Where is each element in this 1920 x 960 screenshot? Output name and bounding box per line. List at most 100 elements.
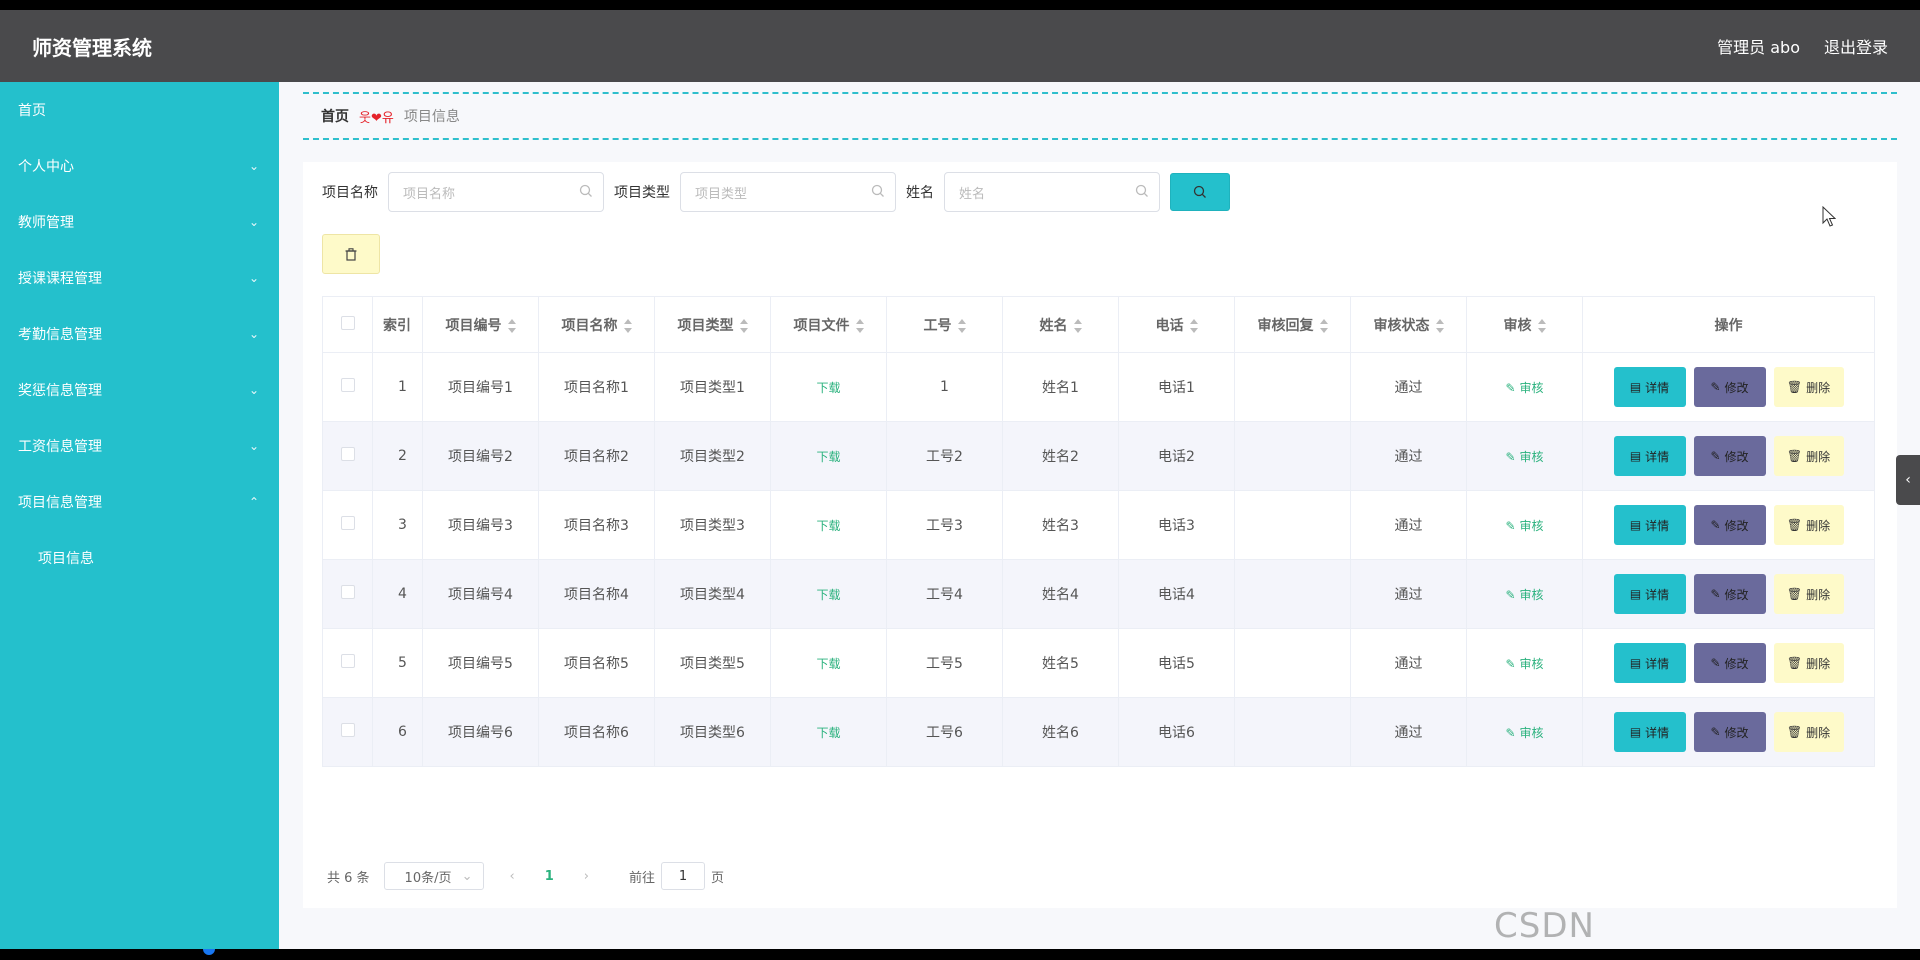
cell-audit-status: 通过 xyxy=(1350,559,1467,629)
search-button[interactable] xyxy=(1170,173,1230,211)
chevron-down-icon: ⌄ xyxy=(248,271,259,285)
delete-button[interactable]: 🗑 删除 xyxy=(1773,436,1844,476)
delete-button[interactable]: 🗑 删除 xyxy=(1773,712,1844,752)
sidebar-item-salary-management[interactable]: 工资信息管理 ⌄ xyxy=(0,418,279,474)
download-link[interactable]: 下载 xyxy=(816,726,840,740)
col-project-file[interactable]: 项目文件 xyxy=(770,296,887,353)
project-type-input[interactable]: 项目类型 xyxy=(680,172,896,212)
edit-button[interactable]: ✎ 修改 xyxy=(1693,574,1766,614)
sort-icon[interactable] xyxy=(1537,318,1546,333)
sort-icon[interactable] xyxy=(1319,318,1328,333)
audit-link[interactable]: ✎ 审核 xyxy=(1506,588,1544,602)
detail-button[interactable]: ▤ 详情 xyxy=(1613,367,1686,407)
col-audit-status[interactable]: 审核状态 xyxy=(1350,296,1467,353)
row-checkbox[interactable] xyxy=(340,378,355,392)
edit-button[interactable]: ✎ 修改 xyxy=(1693,367,1766,407)
select-all-checkbox[interactable] xyxy=(340,315,355,330)
sidebar-item-course-management[interactable]: 授课课程管理 ⌄ xyxy=(0,250,279,306)
logout-link[interactable]: 退出登录 xyxy=(1824,34,1888,58)
cell-phone: 电话2 xyxy=(1118,421,1235,491)
current-user: 管理员 abo xyxy=(1717,38,1800,57)
sidebar-subitem-project-info[interactable]: 项目信息 xyxy=(0,530,279,586)
page-size-select[interactable]: 10条/页 ⌄ xyxy=(383,862,484,890)
col-project-name[interactable]: 项目名称 xyxy=(538,296,655,353)
edit-button[interactable]: ✎ 修改 xyxy=(1693,643,1766,683)
cell-project-file: 下载 xyxy=(770,421,887,491)
sort-icon[interactable] xyxy=(1435,318,1444,333)
sort-icon[interactable] xyxy=(957,318,966,333)
detail-button[interactable]: ▤ 详情 xyxy=(1613,712,1686,752)
sidebar-item-home[interactable]: 首页 xyxy=(0,82,279,138)
next-page-button[interactable]: › xyxy=(584,869,589,884)
audit-link[interactable]: ✎ 审核 xyxy=(1506,657,1544,671)
cell-employee-no: 工号3 xyxy=(886,490,1003,560)
col-audit-reply[interactable]: 审核回复 xyxy=(1234,296,1351,353)
cell-project-name: 项目名称2 xyxy=(538,421,655,491)
trash-icon: 🗑 xyxy=(1786,656,1803,670)
audit-link[interactable]: ✎ 审核 xyxy=(1506,381,1544,395)
download-link[interactable]: 下载 xyxy=(816,381,840,395)
detail-button[interactable]: ▤ 详情 xyxy=(1613,505,1686,545)
row-checkbox[interactable] xyxy=(340,585,355,599)
sort-icon[interactable] xyxy=(1189,318,1198,333)
delete-button[interactable]: 🗑 删除 xyxy=(1773,574,1844,614)
app-header: 师资管理系统 管理员 abo 退出登录 xyxy=(0,10,1920,82)
row-checkbox[interactable] xyxy=(340,447,355,461)
goto-page-input[interactable]: 1 xyxy=(661,862,706,890)
sidebar-item-personal-center[interactable]: 个人中心 ⌄ xyxy=(0,138,279,194)
document-icon: ▤ xyxy=(1629,449,1642,463)
sort-icon[interactable] xyxy=(1073,318,1082,333)
current-page-number[interactable]: 1 xyxy=(545,869,554,884)
audit-link[interactable]: ✎ 审核 xyxy=(1506,519,1544,533)
search-icon xyxy=(1193,185,1206,198)
sidebar-item-project-management[interactable]: 项目信息管理 ⌃ xyxy=(0,474,279,530)
project-name-input[interactable]: 项目名称 xyxy=(388,172,604,212)
cell-project-file: 下载 xyxy=(770,352,887,422)
table-header-row: 索引 项目编号 项目名称 项目类型 项目文件 工号 姓名 电话 审核回复 审核状… xyxy=(322,296,1875,353)
col-project-code[interactable]: 项目编号 xyxy=(422,296,539,353)
download-link[interactable]: 下载 xyxy=(816,519,840,533)
row-checkbox[interactable] xyxy=(340,654,355,668)
col-person-name[interactable]: 姓名 xyxy=(1002,296,1119,353)
col-label: 电话 xyxy=(1155,317,1184,334)
audit-link[interactable]: ✎ 审核 xyxy=(1506,726,1544,740)
sort-icon[interactable] xyxy=(507,318,516,333)
download-link[interactable]: 下载 xyxy=(816,450,840,464)
sort-icon[interactable] xyxy=(623,318,632,333)
col-employee-no[interactable]: 工号 xyxy=(886,296,1003,353)
edit-button[interactable]: ✎ 修改 xyxy=(1693,505,1766,545)
breadcrumb-home[interactable]: 首页 xyxy=(321,106,349,126)
batch-delete-button[interactable] xyxy=(322,234,380,274)
audit-link[interactable]: ✎ 审核 xyxy=(1506,450,1544,464)
person-name-input[interactable]: 姓名 xyxy=(944,172,1160,212)
prev-page-button[interactable]: ‹ xyxy=(510,869,515,884)
delete-button[interactable]: 🗑 删除 xyxy=(1773,643,1844,683)
detail-button[interactable]: ▤ 详情 xyxy=(1613,574,1686,614)
delete-button[interactable]: 🗑 删除 xyxy=(1773,505,1844,545)
col-phone[interactable]: 电话 xyxy=(1118,296,1235,353)
row-checkbox[interactable] xyxy=(340,723,355,737)
side-panel-toggle[interactable]: ‹ xyxy=(1896,455,1920,505)
cell-phone: 电话3 xyxy=(1118,490,1235,560)
detail-button[interactable]: ▤ 详情 xyxy=(1613,643,1686,683)
delete-button[interactable]: 🗑 删除 xyxy=(1773,367,1844,407)
edit-button[interactable]: ✎ 修改 xyxy=(1693,436,1766,476)
sidebar-item-teacher-management[interactable]: 教师管理 ⌄ xyxy=(0,194,279,250)
sort-icon[interactable] xyxy=(855,318,864,333)
download-link[interactable]: 下载 xyxy=(816,657,840,671)
detail-button[interactable]: ▤ 详情 xyxy=(1613,436,1686,476)
col-project-type[interactable]: 项目类型 xyxy=(654,296,771,353)
download-link[interactable]: 下载 xyxy=(816,588,840,602)
col-audit[interactable]: 审核 xyxy=(1466,296,1583,353)
audit-label: 审核 xyxy=(1519,587,1544,602)
sidebar-item-attendance-management[interactable]: 考勤信息管理 ⌄ xyxy=(0,306,279,362)
cell-actions: ▤ 详情 ✎ 修改 🗑 删除 xyxy=(1582,490,1875,560)
sidebar-item-reward-management[interactable]: 奖惩信息管理 ⌄ xyxy=(0,362,279,418)
cell-actions: ▤ 详情 ✎ 修改 🗑 删除 xyxy=(1582,559,1875,629)
cell-audit-reply xyxy=(1234,628,1351,698)
sort-icon[interactable] xyxy=(739,318,748,333)
row-checkbox[interactable] xyxy=(340,516,355,530)
edit-label: 修改 xyxy=(1724,587,1749,602)
cell-project-file: 下载 xyxy=(770,697,887,767)
edit-button[interactable]: ✎ 修改 xyxy=(1693,712,1766,752)
